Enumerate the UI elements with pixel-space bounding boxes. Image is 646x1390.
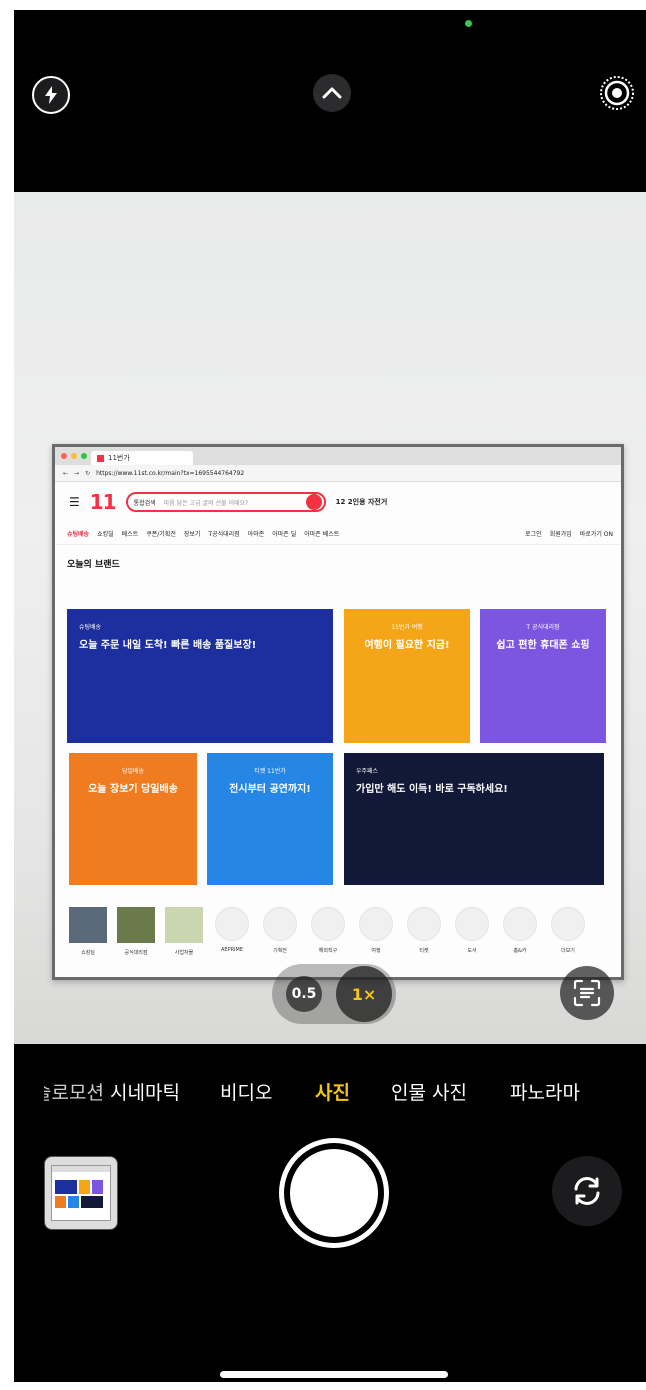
screenshot-border	[0, 0, 646, 10]
shutter-button[interactable]	[279, 1138, 389, 1248]
nav-right-item: 바로가기 ON	[579, 530, 613, 538]
site-nav: 슈팅배송 쇼킹딜 베스트 쿠폰/기획전 장보기 T공식대리점 아마존 아마존 딜…	[55, 522, 621, 545]
trending-keyword: 12 2인용 자전거	[335, 498, 388, 506]
category-item: 사업자몰	[165, 907, 203, 957]
banner-ticket: 티켓 11번가 전시부터 공연까지!	[207, 753, 333, 885]
flash-icon	[45, 86, 57, 104]
search-placeholder: 마음 담은 고급 굴비 선물 어때요?	[163, 499, 249, 507]
category-item: AEPRIME	[213, 907, 251, 957]
viewfinder[interactable]: 11번가 ← → ↻ https://www.11st.co.kr/main?t…	[14, 192, 646, 1044]
banner-travel: 11번가 여행 여행이 필요한 지금!	[344, 609, 470, 743]
zoom-1x-button[interactable]: 1×	[336, 966, 392, 1022]
mode-portrait[interactable]: 인물 사진	[391, 1078, 467, 1105]
nav-item: 아마존	[247, 530, 265, 538]
category-item: 기획전	[261, 907, 299, 957]
banner-phone-store: T 공식대리점 쉽고 편한 휴대폰 쇼핑	[480, 609, 606, 743]
switch-camera-button[interactable]	[552, 1156, 622, 1226]
category-item: 쇼킹딜	[69, 907, 107, 957]
category-item: 공식대리점	[117, 907, 155, 957]
live-photo-icon	[600, 76, 634, 110]
refresh-icon: ↻	[85, 469, 91, 477]
site-header: ☰ 11 통합검색 마음 담은 고급 굴비 선물 어때요? 12 2인용 자전거	[55, 482, 621, 522]
back-icon: ←	[63, 469, 69, 477]
live-photo-button[interactable]	[598, 74, 636, 112]
banner-universe-pass: 우주패스 가입만 해도 이득! 바로 구독하세요!	[344, 753, 604, 885]
screenshot-border	[0, 1382, 646, 1390]
category-item: 여행	[357, 907, 395, 957]
photographed-monitor: 11번가 ← → ↻ https://www.11st.co.kr/main?t…	[52, 444, 624, 980]
camera-flip-icon	[574, 1177, 600, 1205]
screenshot-border	[0, 0, 14, 1390]
live-text-button[interactable]	[560, 966, 614, 1020]
mode-photo[interactable]: 사진	[315, 1078, 350, 1105]
camera-in-use-indicator	[465, 20, 472, 27]
nav-item: 아마존 딜	[272, 530, 297, 538]
category-icon-row: 쇼킹딜 공식대리점 사업자몰 AEPRIME 기획전 해외직구 여행 티켓 도서…	[69, 907, 609, 957]
camera-options-button[interactable]	[313, 74, 351, 112]
banner-shooting-delivery: 슈팅배송 오늘 주문 내일 도착! 빠른 배송 품질보장!	[67, 609, 333, 743]
forward-icon: →	[74, 469, 80, 477]
minimize-window-icon	[71, 453, 77, 459]
browser-tab: 11번가	[91, 451, 193, 465]
nav-item: 슈팅배송	[67, 530, 90, 538]
category-item: 티켓	[405, 907, 443, 957]
nav-item: 장보기	[183, 530, 201, 538]
banner-same-day: 당일배송 오늘 장보기 당일배송	[69, 753, 197, 885]
category-item: 홈&카	[501, 907, 539, 957]
flash-button[interactable]	[32, 76, 70, 114]
text-scan-icon	[573, 979, 601, 1007]
category-item: 도서	[453, 907, 491, 957]
search-scope: 통합검색	[133, 499, 156, 507]
last-photo-thumbnail[interactable]	[44, 1156, 118, 1230]
site-logo: 11	[89, 490, 117, 514]
zoom-0.5-button[interactable]: 0.5	[286, 976, 322, 1012]
nav-right-item: 로그인	[525, 530, 542, 538]
nav-item: 베스트	[121, 530, 139, 538]
mode-slo-mo[interactable]: 슬로모션	[44, 1078, 104, 1105]
category-item: 더보기	[549, 907, 587, 957]
browser-tab-bar: 11번가	[55, 447, 621, 465]
favicon-icon	[97, 454, 104, 462]
nav-item: 아마존 베스트	[304, 530, 340, 538]
category-item: 해외직구	[309, 907, 347, 957]
site-search-box: 통합검색 마음 담은 고급 굴비 선물 어때요?	[125, 492, 326, 512]
chevron-up-icon	[322, 87, 342, 99]
close-window-icon	[61, 453, 67, 459]
menu-icon: ☰	[69, 495, 80, 509]
shutter-inner	[290, 1149, 378, 1237]
section-title: 오늘의 브랜드	[67, 560, 120, 570]
home-indicator[interactable]	[220, 1371, 448, 1378]
mode-panorama[interactable]: 파노라마	[510, 1078, 580, 1105]
mode-video[interactable]: 비디오	[220, 1078, 272, 1105]
mode-cinematic[interactable]: 시네마틱	[110, 1078, 180, 1105]
url-text: https://www.11st.co.kr/main?tx=169554476…	[96, 469, 245, 477]
nav-right-item: 회원가입	[549, 530, 572, 538]
camera-mode-selector: 슬로모션 시네마틱 비디오 사진 인물 사진 파노라마	[0, 1072, 646, 1112]
camera-screen: 11번가 ← → ↻ https://www.11st.co.kr/main?t…	[0, 0, 646, 1390]
tab-title: 11번가	[108, 454, 130, 462]
search-icon	[305, 494, 322, 510]
maximize-window-icon	[81, 453, 87, 459]
nav-item: T공식대리점	[208, 530, 240, 538]
nav-item: 쿠폰/기획전	[146, 530, 176, 538]
browser-address-bar: ← → ↻ https://www.11st.co.kr/main?tx=169…	[55, 465, 621, 482]
nav-item: 쇼킹딜	[97, 530, 114, 538]
